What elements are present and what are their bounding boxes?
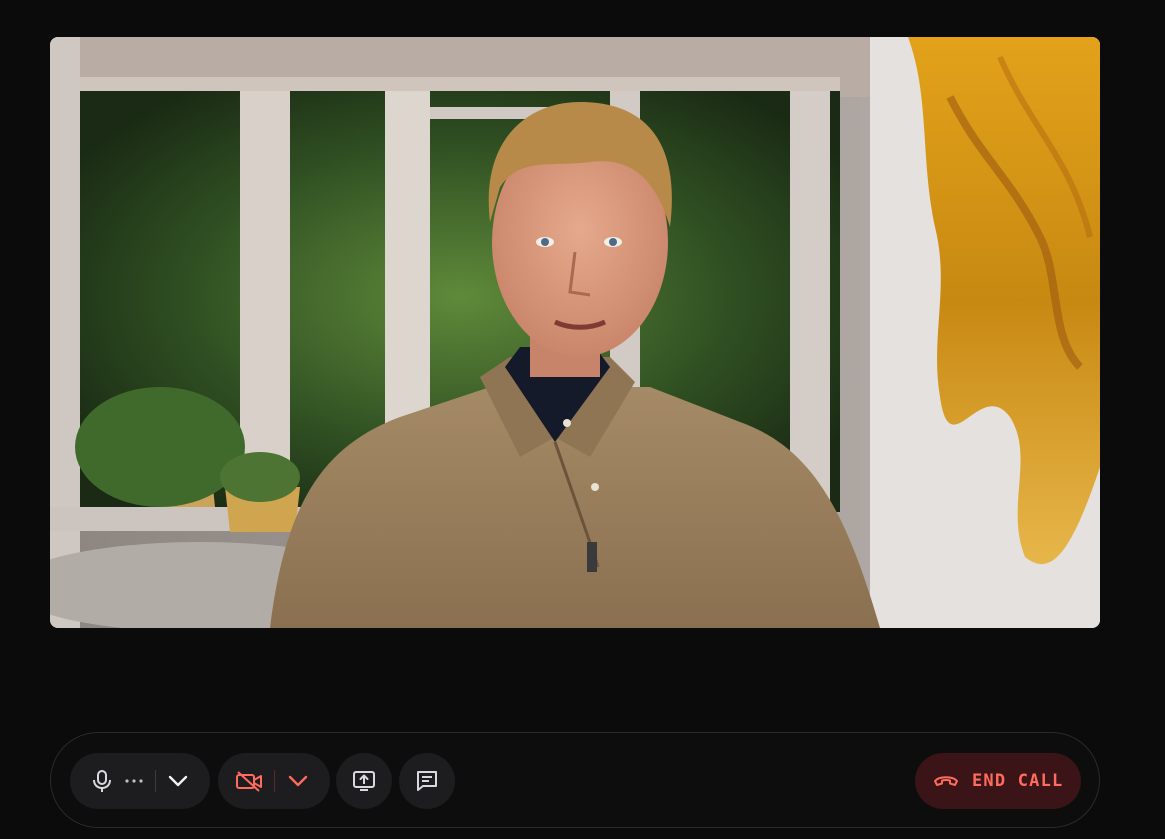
chat-icon (415, 769, 439, 793)
camera-options-chevron-down-icon[interactable] (283, 775, 313, 787)
call-control-bar: END CALL (50, 732, 1100, 828)
camera-divider (274, 770, 275, 792)
screen-share-button[interactable] (336, 753, 392, 809)
end-call-button[interactable]: END CALL (915, 753, 1081, 809)
mic-divider (155, 770, 156, 792)
phone-hangup-icon (933, 773, 959, 789)
participant-video (50, 37, 1100, 628)
microphone-control-group (70, 753, 210, 809)
camera-control-group (218, 753, 330, 809)
audio-level-dots-icon (122, 778, 146, 784)
camera-off-icon[interactable] (234, 770, 264, 792)
video-scene (50, 37, 1100, 628)
microphone-icon[interactable] (90, 769, 114, 793)
screen-share-icon (352, 770, 376, 792)
chat-button[interactable] (399, 753, 455, 809)
mic-options-chevron-down-icon[interactable] (163, 775, 193, 787)
end-call-label: END CALL (972, 771, 1064, 791)
